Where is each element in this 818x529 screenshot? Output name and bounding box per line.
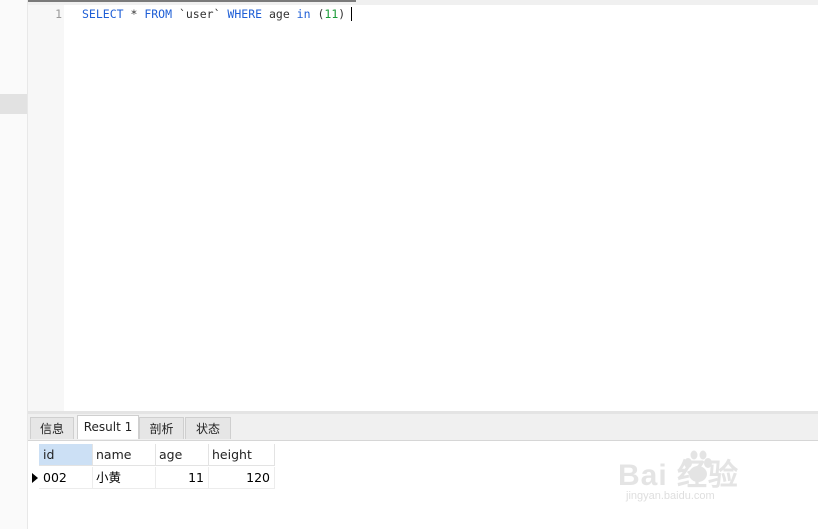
- baidu-jingyan-watermark: Bai 经验 jingyan.baidu.com: [618, 446, 793, 510]
- baidu-paw-icon: [684, 450, 712, 482]
- keyword-from: FROM: [144, 7, 173, 21]
- cell-id[interactable]: 002: [39, 467, 93, 489]
- watermark-url: jingyan.baidu.com: [626, 490, 715, 502]
- column-header-height[interactable]: height: [208, 444, 275, 466]
- close-paren: ): [338, 7, 346, 21]
- keyword-select: SELECT: [82, 7, 124, 21]
- column-header-id[interactable]: id: [39, 444, 93, 466]
- tab-info[interactable]: 信息: [30, 417, 74, 439]
- column-name: age: [262, 7, 297, 21]
- left-panel-strip: [0, 0, 28, 529]
- current-row-arrow-icon: [32, 473, 38, 483]
- tab-status[interactable]: 状态: [185, 417, 231, 439]
- literal-value: 11: [324, 7, 339, 21]
- keyword-in: in: [296, 7, 311, 21]
- query-tab-indicator[interactable]: [28, 0, 356, 2]
- open-paren: (: [310, 7, 325, 21]
- sql-editor[interactable]: 1 SELECT * FROM `user` WHERE age in (11): [28, 5, 818, 411]
- tab-result-1[interactable]: Result 1: [77, 415, 139, 439]
- line-number: 1: [55, 7, 62, 21]
- keyword-where: WHERE: [227, 7, 263, 21]
- line-number-gutter: 1: [28, 5, 64, 411]
- sql-code-line[interactable]: SELECT * FROM `user` WHERE age in (11): [82, 6, 353, 22]
- table-name: `user`: [172, 7, 228, 21]
- select-star: *: [123, 7, 145, 21]
- result-tab-bar: 信息 Result 1 剖析 状态: [28, 414, 818, 441]
- tab-profile[interactable]: 剖析: [139, 417, 184, 439]
- cell-age[interactable]: 11: [155, 467, 209, 489]
- column-header-age[interactable]: age: [155, 444, 209, 466]
- column-header-name[interactable]: name: [92, 444, 156, 466]
- cell-height[interactable]: 120: [208, 467, 275, 489]
- panel-splitter-handle[interactable]: [0, 94, 27, 114]
- cell-name[interactable]: 小黄: [92, 467, 156, 489]
- text-caret: [351, 7, 353, 21]
